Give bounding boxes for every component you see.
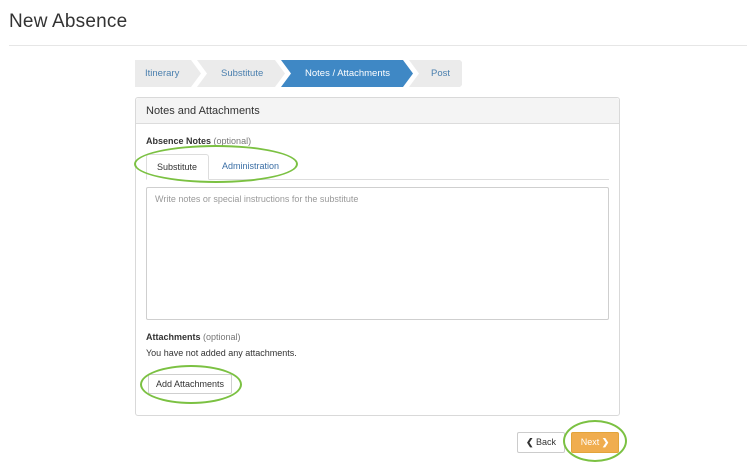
next-button-label: Next bbox=[580, 437, 600, 447]
step-post-label: Post bbox=[431, 68, 451, 79]
panel-title: Notes and Attachments bbox=[136, 98, 619, 124]
notes-attachments-panel: Notes and Attachments Absence Notes (opt… bbox=[135, 97, 620, 416]
no-attachments-text: You have not added any attachments. bbox=[146, 348, 297, 358]
step-substitute[interactable]: Substitute bbox=[197, 60, 285, 87]
wizard-steps: Itinerary Substitute Notes / Attachments… bbox=[135, 60, 465, 87]
absence-notes-heading: Absence Notes (optional) bbox=[146, 136, 251, 146]
step-itinerary-label: Itinerary bbox=[145, 68, 180, 79]
absence-notes-optional: (optional) bbox=[213, 136, 252, 146]
tab-substitute[interactable]: Substitute bbox=[146, 154, 209, 180]
attachments-optional: (optional) bbox=[203, 332, 241, 342]
title-divider bbox=[9, 45, 747, 46]
step-substitute-label: Substitute bbox=[221, 68, 264, 79]
attachments-heading: Attachments (optional) bbox=[146, 332, 241, 342]
step-notes-attachments[interactable]: Notes / Attachments bbox=[281, 60, 413, 87]
chevron-left-icon: ❮ bbox=[525, 437, 534, 447]
step-notes-label: Notes / Attachments bbox=[305, 68, 391, 79]
substitute-notes-textarea[interactable] bbox=[146, 187, 609, 320]
tab-administration[interactable]: Administration bbox=[212, 154, 289, 180]
back-button-label: Back bbox=[536, 437, 557, 447]
notes-tabs: Substitute Administration bbox=[146, 154, 609, 180]
chevron-right-icon: ❯ bbox=[601, 437, 610, 447]
step-itinerary[interactable]: Itinerary bbox=[135, 60, 201, 87]
step-post[interactable]: Post bbox=[409, 60, 462, 87]
back-button[interactable]: ❮ Back bbox=[517, 432, 565, 453]
page-title: New Absence bbox=[9, 11, 128, 32]
attachments-label: Attachments bbox=[146, 332, 201, 342]
next-button[interactable]: Next ❯ bbox=[571, 432, 619, 453]
absence-notes-label: Absence Notes bbox=[146, 136, 212, 146]
add-attachments-button[interactable]: Add Attachments bbox=[148, 374, 232, 394]
